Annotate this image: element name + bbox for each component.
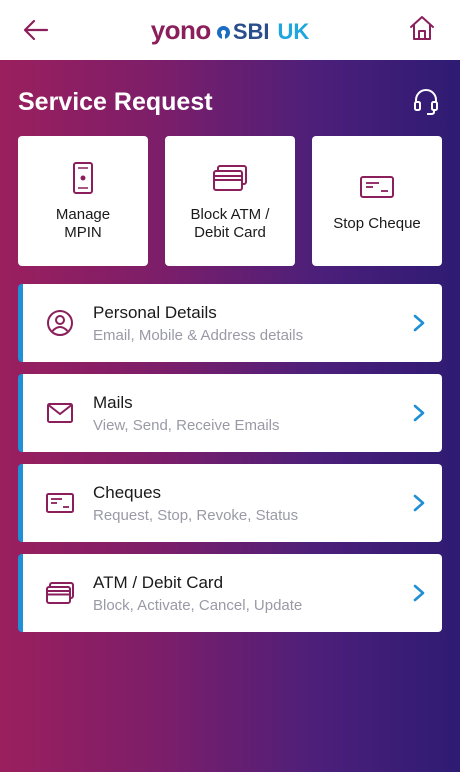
list-item-subtitle: Block, Activate, Cancel, Update <box>93 596 303 614</box>
chevron-right-icon <box>413 494 425 512</box>
list-item-atm-debit-card[interactable]: ATM / Debit Card Block, Activate, Cancel… <box>18 554 442 632</box>
cheque-icon <box>360 176 394 198</box>
logo-yono: yono <box>150 14 212 45</box>
cheque-icon <box>46 493 74 513</box>
support-button[interactable] <box>410 86 442 118</box>
list-item-cheques[interactable]: Cheques Request, Stop, Revoke, Status <box>18 464 442 542</box>
list-item-personal-details[interactable]: Personal Details Email, Mobile & Address… <box>18 284 442 362</box>
service-list: Personal Details Email, Mobile & Address… <box>18 284 442 644</box>
user-icon <box>47 310 73 336</box>
tile-manage-mpin[interactable]: Manage MPIN <box>18 136 148 266</box>
logo-uk: UK <box>277 18 310 44</box>
tile-block-atm-debit-card[interactable]: Block ATM / Debit Card <box>165 136 295 266</box>
list-item-mails[interactable]: Mails View, Send, Receive Emails <box>18 374 442 452</box>
sbi-logo-icon <box>216 25 230 39</box>
yono-sbi-uk-logo: yono SBI UK <box>151 15 310 46</box>
list-item-title: Personal Details <box>93 302 217 322</box>
chevron-right-icon <box>413 314 425 332</box>
list-item-title: ATM / Debit Card <box>93 572 224 592</box>
home-icon <box>410 16 434 40</box>
list-item-subtitle: Request, Stop, Revoke, Status <box>93 506 299 524</box>
list-item-title: Cheques <box>93 482 162 502</box>
top-bar: yono SBI UK <box>0 0 460 60</box>
cards-icon <box>46 582 74 604</box>
headset-icon <box>414 89 438 115</box>
list-item-subtitle: Email, Mobile & Address details <box>93 326 304 344</box>
phone-icon <box>73 162 93 194</box>
chevron-right-icon <box>413 584 425 602</box>
title-row: Service Request <box>18 84 442 120</box>
logo-sbi: SBI <box>232 19 270 44</box>
list-item-subtitle: View, Send, Receive Emails <box>93 416 280 434</box>
tile-label: Block ATM / Debit Card <box>190 206 270 241</box>
main-content: Service Request Manage MPIN Block ATM / … <box>0 60 460 772</box>
home-button[interactable] <box>402 8 442 48</box>
tile-label: Manage MPIN <box>55 206 111 241</box>
mail-icon <box>47 403 73 423</box>
back-button[interactable] <box>18 12 54 48</box>
arrow-left-icon <box>23 19 49 41</box>
tile-stop-cheque[interactable]: Stop Cheque <box>312 136 442 266</box>
chevron-right-icon <box>413 404 425 422</box>
tile-label: Stop Cheque <box>333 215 421 232</box>
list-item-title: Mails <box>93 392 133 412</box>
quick-action-tiles: Manage MPIN Block ATM / Debit Card Stop … <box>18 136 442 266</box>
page-title: Service Request <box>18 87 213 116</box>
cards-icon <box>213 165 247 191</box>
